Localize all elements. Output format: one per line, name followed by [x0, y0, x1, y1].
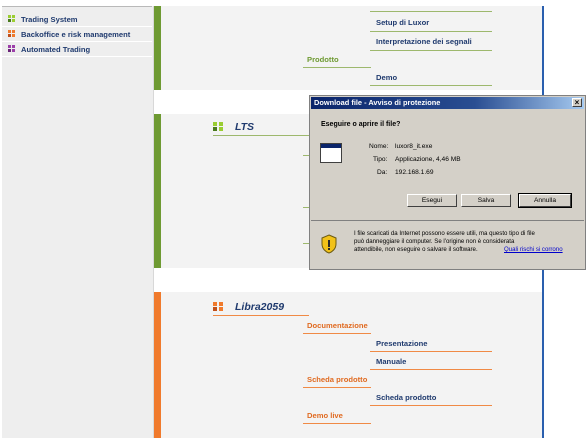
divider	[370, 11, 492, 12]
from-label: Da:	[377, 169, 388, 176]
link-setup-luxor[interactable]: Setup di Luxor	[376, 18, 429, 27]
dialog-question: Eseguire o aprire il file?	[321, 121, 401, 128]
orange-bullet-icon	[8, 30, 16, 38]
application-file-icon	[320, 143, 342, 163]
sidebar-item-label: Automated Trading	[21, 44, 91, 54]
name-label: Nome:	[369, 143, 389, 150]
from-value: 192.168.1.69	[395, 169, 434, 176]
risk-info-link[interactable]: Quali rischi si corrono	[504, 246, 563, 253]
green-section-bar	[154, 6, 161, 90]
sidebar-item-automated-trading[interactable]: Automated Trading	[8, 43, 90, 55]
divider	[370, 85, 492, 86]
sidebar-item-label: Backoffice e risk management	[21, 29, 131, 39]
link-scheda-prodotto[interactable]: Scheda prodotto	[376, 393, 436, 402]
divider	[370, 50, 492, 51]
download-dialog: Download file - Avviso di protezione × E…	[309, 95, 586, 270]
category-demo-live[interactable]: Demo live	[307, 411, 343, 420]
category-scheda-prodotto[interactable]: Scheda prodotto	[307, 375, 367, 384]
green-section-bar	[154, 114, 161, 268]
warning-line: può danneggiare il computer. Se l'origin…	[354, 238, 515, 245]
section-title-libra2059[interactable]: Libra2059	[235, 301, 284, 313]
divider	[2, 56, 152, 57]
warning-line: attendibile, non eseguire o salvare il s…	[354, 246, 478, 253]
save-button[interactable]: Salva	[461, 194, 511, 207]
link-interpretazione-segnali[interactable]: Interpretazione dei segnali	[376, 37, 472, 46]
dialog-title-bar[interactable]: Download file - Avviso di protezione ×	[311, 97, 584, 109]
libra-logo-icon	[213, 302, 225, 311]
divider	[370, 405, 492, 406]
type-value: Applicazione, 4,46 MB	[395, 156, 461, 163]
luxor-panel	[154, 6, 542, 90]
close-icon: ×	[574, 98, 580, 107]
sidebar: Trading System Backoffice e risk managem…	[2, 6, 154, 438]
divider	[303, 67, 371, 68]
divider	[303, 387, 371, 388]
divider	[370, 351, 492, 352]
green-bullet-icon	[8, 15, 16, 23]
category-documentazione[interactable]: Documentazione	[307, 321, 368, 330]
divider	[213, 135, 309, 136]
sidebar-top-border	[2, 6, 152, 7]
sidebar-item-label: Trading System	[21, 14, 78, 24]
warning-line: I file scaricati da Internet possono ess…	[354, 230, 535, 237]
link-manuale[interactable]: Manuale	[376, 357, 406, 366]
cancel-button[interactable]: Annulla	[518, 193, 572, 208]
link-demo[interactable]: Demo	[376, 73, 397, 82]
purple-bullet-icon	[8, 45, 16, 53]
divider	[2, 26, 152, 27]
orange-section-bar	[154, 292, 161, 438]
section-title-lts[interactable]: LTS	[235, 121, 254, 133]
warning-panel: I file scaricati da Internet possono ess…	[311, 220, 584, 268]
divider	[303, 333, 371, 334]
close-button[interactable]: ×	[572, 98, 582, 107]
dialog-title: Download file - Avviso di protezione	[314, 98, 441, 107]
lts-logo-icon	[213, 122, 225, 131]
sidebar-item-trading-system[interactable]: Trading System	[8, 13, 78, 25]
sidebar-item-backoffice[interactable]: Backoffice e risk management	[8, 28, 130, 40]
divider	[303, 423, 371, 424]
type-label: Tipo:	[373, 156, 388, 163]
shield-warning-icon	[321, 234, 337, 254]
divider	[213, 315, 309, 316]
category-prodotto[interactable]: Prodotto	[307, 55, 339, 64]
name-value: luxor8_it.exe	[395, 143, 433, 150]
divider	[370, 31, 492, 32]
run-button[interactable]: Esegui	[407, 194, 457, 207]
link-presentazione[interactable]: Presentazione	[376, 339, 428, 348]
divider	[370, 369, 492, 370]
libra-panel	[154, 292, 542, 438]
divider	[2, 41, 152, 42]
